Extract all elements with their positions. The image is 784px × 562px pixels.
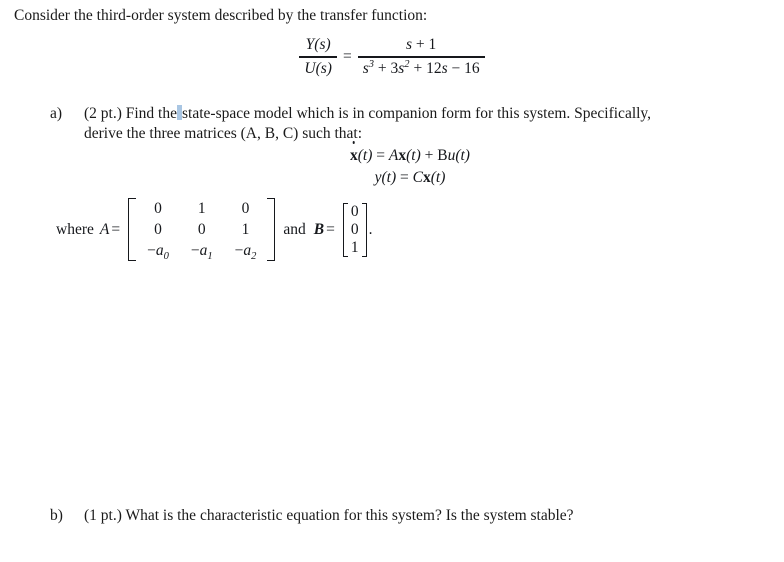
item-b-line-1: (1 pt.) What is the characteristic equat… [84,507,574,524]
matrix-a-cell-0-0: 0 [154,200,162,217]
matrix-a-cell-2-0-sign: − [147,242,156,259]
matrix-b: 0 0 1 [342,202,367,257]
document-page: Consider the third-order system describe… [0,0,784,562]
matrix-a-cell-2-1-sub: 1 [207,251,213,263]
item-a-line-1: (2 pt.) Find the state-space model which … [84,104,770,124]
item-a-line-2: derive the three matrices (A, B, C) such… [84,125,363,142]
matrix-a-grid: 0 1 0 0 0 1 −a0 −a1 −a2 [136,198,268,263]
output-eq-rhs-arg: (t) [430,169,446,186]
question-item-b: b) (1 pt.) What is the characteristic eq… [50,506,770,526]
matrix-a-cell-2-1-sign: − [190,242,200,259]
matrix-b-row-2: 0 [348,221,362,239]
item-a-body: (2 pt.) Find the state-space model which … [84,104,770,144]
matrix-b-cell-1-0: 0 [350,220,359,238]
matrix-definitions-row: where A = 0 1 0 0 0 1 −a0 −a1 −a2 and B … [56,198,373,263]
state-eq-term2-arg: (t) [455,147,470,164]
matrix-a-cell-2-1: −a1 [180,240,224,263]
matrix-a-row-3: −a0 −a1 −a2 [136,240,268,263]
matrix-b-cell-2-0: 1 [350,238,359,256]
question-item-a: a) (2 pt.) Find the state-space model whi… [50,104,770,144]
tf-rhs-denominator: s3 + 3s2 + 12s − 16 [358,58,485,80]
matrix-a-cell-2-2-base: a [243,242,252,259]
matrix-a-cell-1-1: 0 [197,221,206,238]
item-a-line1-pre: (2 pt.) Find the [84,105,177,122]
tf-rhs-numerator: s + 1 [401,34,441,56]
transfer-function-row: Y(s) U(s) = s + 1 s3 + 3s2 + 12s − 16 [299,34,485,80]
item-a-marker: a) [50,105,63,122]
item-a-line1-post: state-space model which is in companion … [182,105,652,122]
tf-num-plus: + [415,36,425,53]
matrix-b-row-1: 0 [348,203,362,221]
output-eq-equals: = [400,169,409,186]
matrix-a-cell-0-2: 0 [241,200,250,217]
matrix-a-cell-1-2: 1 [241,221,250,238]
matrix-a-left-bracket [128,198,137,261]
matrix-b-period: . [368,220,373,238]
output-eq-lhs-arg: (t) [381,169,397,186]
matrix-b-equals: = [326,220,335,238]
tf-den-term3-coef: 12 [426,59,442,77]
tf-den-op3: − [451,59,461,77]
matrix-a-row-2: 0 0 1 [136,219,267,240]
state-eq-lhs-arg: (t) [357,147,373,164]
matrix-a-cell-0-1: 1 [197,200,206,217]
output-eq-lhs-var: y [374,169,382,186]
matrix-a-cell-2-0: −a0 [136,240,180,263]
matrix-b-row-3: 1 [348,239,362,257]
transfer-function-lhs-fraction: Y(s) U(s) [299,34,337,80]
tf-den-op2: + [413,59,423,77]
state-eq-term1-var: x [398,147,407,164]
matrix-a-cell-2-2: −a2 [224,240,268,263]
matrix-a-row-1: 0 1 0 [136,198,267,219]
state-eq-matrix-a: A [388,147,399,164]
matrix-a-name: A [99,220,110,238]
tf-den-term4-const: 16 [464,59,480,77]
state-space-equations: x(t) = Ax(t) + Bu(t) y(t) = Cx(t) [0,145,784,189]
and-label: and [283,220,306,238]
state-eq-matrix-b: B [437,147,448,164]
state-eq-term1-arg: (t) [406,147,421,164]
matrix-a: 0 1 0 0 0 1 −a0 −a1 −a2 [128,198,276,263]
where-label: where [56,220,94,238]
output-equation: y(t) = Cx(t) [0,167,784,189]
intro-sentence: Consider the third-order system describe… [14,7,428,24]
matrix-a-cell-2-2-sub: 2 [251,251,257,263]
matrix-b-right-bracket [361,202,367,257]
matrix-b-cell-0-0: 0 [350,202,359,220]
matrix-a-cell-2-0-base: a [155,242,164,259]
x-dot-symbol: x [350,145,358,167]
state-equation: x(t) = Ax(t) + Bu(t) [0,145,784,167]
tf-equals-sign: = [342,47,352,65]
output-eq-matrix-c: C [412,169,423,186]
tf-den-op1: + [377,59,387,77]
matrix-a-right-bracket [267,198,276,261]
matrix-b-grid: 0 0 1 [348,203,362,257]
matrix-b-name: B [313,220,325,238]
matrix-a-cell-1-0: 0 [154,221,162,238]
matrix-a-equals: = [111,220,121,238]
tf-num-const: 1 [428,36,437,53]
transfer-function-rhs-fraction: s + 1 s3 + 3s2 + 12s − 16 [357,34,485,80]
transfer-function-equation: Y(s) U(s) = s + 1 s3 + 3s2 + 12s − 16 [0,34,784,80]
state-eq-equals: = [376,147,386,164]
tf-lhs-numerator: Y(s) [305,36,331,53]
item-b-body: (1 pt.) What is the characteristic equat… [84,506,770,526]
matrix-a-cell-2-0-sub: 0 [163,251,169,263]
output-eq-rhs-var: x [422,169,431,186]
item-b-marker: b) [50,507,63,524]
tf-lhs-denominator: U(s) [304,59,332,77]
